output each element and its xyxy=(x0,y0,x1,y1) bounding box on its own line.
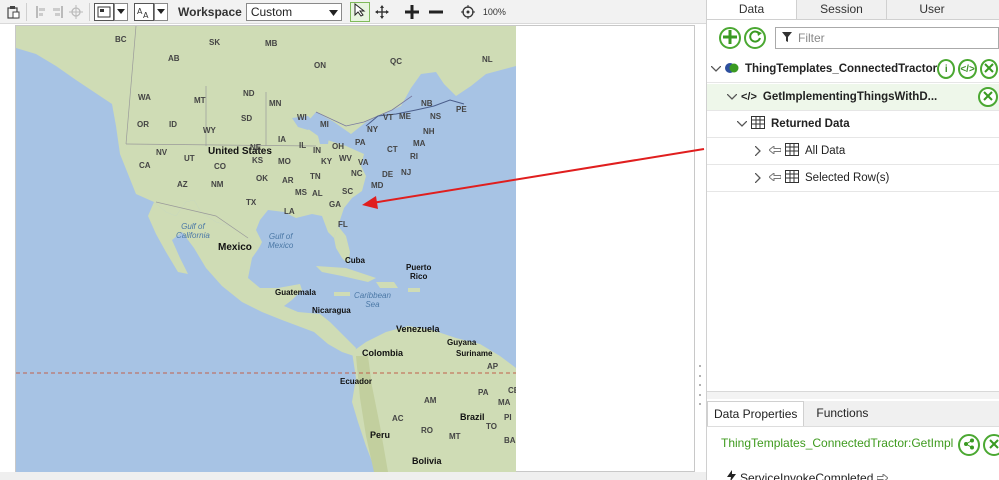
snap-icon[interactable] xyxy=(67,3,85,21)
tree-row-thing-template[interactable]: ThingTemplates_ConnectedTractor i </> xyxy=(707,56,999,83)
zoom-level: 100% xyxy=(482,6,506,17)
table-icon xyxy=(751,116,765,132)
chevron-right-icon[interactable] xyxy=(753,146,763,156)
arrow-left-icon xyxy=(768,144,782,157)
filter-input[interactable]: Filter xyxy=(775,27,999,49)
chevron-down-icon[interactable] xyxy=(711,64,721,74)
tree-row-returned-data[interactable]: Returned Data xyxy=(707,111,999,138)
chevron-down-icon xyxy=(328,5,338,19)
tab-filler xyxy=(977,0,999,19)
arrow-right-icon xyxy=(876,471,890,480)
panel-splitter[interactable] xyxy=(707,391,999,399)
service-label: GetImplementingThingsWithD... xyxy=(762,91,938,103)
close-icon xyxy=(983,90,993,104)
tab-functions[interactable]: Functions xyxy=(804,401,884,426)
tab-session[interactable]: Session xyxy=(797,0,887,19)
tab-data-properties[interactable]: Data Properties xyxy=(707,401,805,426)
refresh-button[interactable] xyxy=(744,27,766,49)
info-button[interactable]: i xyxy=(937,59,956,79)
panel-tabs: Data Session User xyxy=(707,0,999,20)
pan-icon[interactable] xyxy=(373,3,391,21)
thing-template-icon xyxy=(725,62,739,77)
target-icon[interactable] xyxy=(459,3,477,21)
close-icon xyxy=(984,62,994,76)
canvas-bottom-splitter[interactable] xyxy=(0,472,706,480)
table-icon xyxy=(785,170,799,186)
select-tool-button[interactable] xyxy=(349,1,370,22)
close-icon xyxy=(989,438,999,452)
remove-template-button[interactable] xyxy=(979,59,998,79)
panel-resize-handle[interactable] xyxy=(696,365,704,405)
add-button[interactable] xyxy=(719,27,741,49)
returned-data-label: Returned Data xyxy=(771,118,850,130)
code-icon: </> xyxy=(960,63,975,75)
layout-dropdown[interactable] xyxy=(114,2,128,21)
select-icon xyxy=(354,2,366,20)
tree-row-service[interactable]: </> GetImplementingThingsWithD... xyxy=(707,84,999,111)
language-icon[interactable]: AA xyxy=(134,2,154,21)
chevron-down-icon[interactable] xyxy=(737,119,747,129)
remove-service-button[interactable] xyxy=(978,87,998,107)
data-properties-tabs: Data Properties Functions xyxy=(707,401,999,427)
zoom-in-icon[interactable] xyxy=(403,3,421,21)
workspace-value: Custom xyxy=(250,4,293,19)
toolbar-divider xyxy=(26,2,27,21)
grip-dot xyxy=(699,365,701,367)
toolbar-divider xyxy=(89,2,90,21)
arrow-left-icon xyxy=(768,171,782,184)
tree-row-all-data[interactable]: All Data xyxy=(707,138,999,165)
align-left-icon[interactable] xyxy=(31,3,49,21)
filter-icon xyxy=(782,31,792,45)
tab-user[interactable]: User xyxy=(887,0,977,19)
chevron-down-icon[interactable] xyxy=(727,92,737,102)
chevron-right-icon[interactable] xyxy=(753,173,763,183)
grip-dot xyxy=(699,393,701,396)
table-icon xyxy=(785,143,799,159)
refresh-icon xyxy=(748,30,762,47)
zoom-out-icon[interactable] xyxy=(427,3,445,21)
language-dropdown[interactable] xyxy=(154,2,168,21)
add-icon xyxy=(723,29,737,47)
layout-icon[interactable] xyxy=(94,2,114,21)
workspace-select[interactable]: Custom xyxy=(245,2,342,21)
clipboard-icon[interactable] xyxy=(4,3,22,21)
grip-dot xyxy=(699,403,701,405)
annotation-arrow xyxy=(362,148,705,209)
data-toolbar: Filter xyxy=(707,20,999,56)
event-row[interactable]: ServiceInvokeCompleted xyxy=(727,470,890,480)
tree-row-selected-rows[interactable]: Selected Row(s) xyxy=(707,165,999,192)
share-button[interactable] xyxy=(958,434,980,456)
service-icon: </> xyxy=(741,91,757,103)
workspace-label: Workspace xyxy=(178,4,242,19)
all-data-label: All Data xyxy=(805,145,846,157)
remove-property-button[interactable] xyxy=(983,434,999,456)
design-canvas[interactable]: United States Mexico Cuba Puerto Rico Gu… xyxy=(0,25,706,480)
filter-placeholder: Filter xyxy=(798,31,825,45)
grip-dot xyxy=(699,384,701,386)
right-panel: Data Session User Filter ThingTemplates_… xyxy=(706,0,999,480)
mashup-builder: AA Workspace Custom 100% United States M… xyxy=(0,0,999,480)
align-right-icon[interactable] xyxy=(49,3,67,21)
event-label: ServiceInvokeCompleted xyxy=(740,470,874,480)
share-icon xyxy=(963,438,975,453)
tab-data[interactable]: Data xyxy=(707,0,797,19)
svg-text:A: A xyxy=(143,11,149,19)
code-button[interactable]: </> xyxy=(958,59,977,79)
toolbar: AA Workspace Custom 100% xyxy=(0,0,706,24)
info-icon: i xyxy=(944,63,948,75)
bolt-icon xyxy=(727,470,736,480)
grip-dot xyxy=(699,374,701,377)
data-property-path[interactable]: ThingTemplates_ConnectedTractor:GetImpl.… xyxy=(721,436,953,450)
selected-rows-label: Selected Row(s) xyxy=(805,172,890,184)
thing-template-label: ThingTemplates_ConnectedTractor xyxy=(745,63,938,75)
